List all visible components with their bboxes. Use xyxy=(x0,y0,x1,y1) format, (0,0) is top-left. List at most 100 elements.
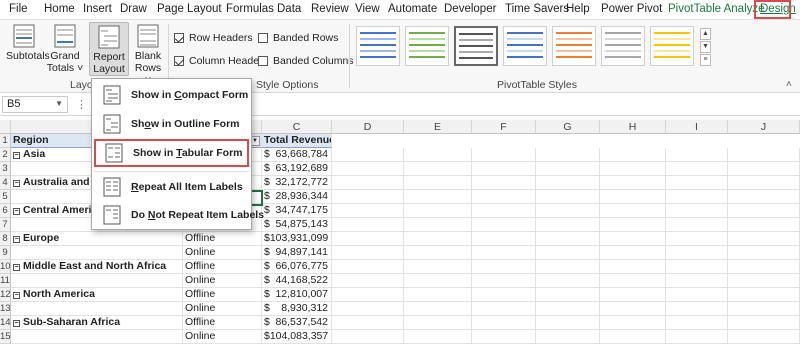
empty-cell[interactable] xyxy=(404,246,472,260)
tab-automate[interactable]: Automate xyxy=(388,3,437,15)
tab-page-layout[interactable]: Page Layout xyxy=(157,3,222,15)
collapse-icon[interactable]: − xyxy=(13,292,20,299)
empty-cell[interactable] xyxy=(536,302,600,316)
row-headers-checkbox[interactable]: Row Headers xyxy=(174,32,253,44)
total-revenue-header-cell[interactable]: Total Revenue xyxy=(262,134,332,148)
empty-cell[interactable] xyxy=(536,260,600,274)
style-swatch[interactable] xyxy=(503,26,547,66)
row-header[interactable]: 4 xyxy=(0,176,11,190)
empty-cell[interactable] xyxy=(536,232,600,246)
empty-cell[interactable] xyxy=(728,190,800,204)
region-cell[interactable]: − Middle East and North Africa xyxy=(11,260,183,274)
revenue-cell[interactable]: $63,192,689 xyxy=(262,162,332,176)
empty-cell[interactable] xyxy=(600,316,666,330)
empty-cell[interactable] xyxy=(332,190,404,204)
empty-cell[interactable] xyxy=(404,260,472,274)
empty-cell[interactable] xyxy=(404,204,472,218)
empty-cell[interactable] xyxy=(666,190,728,204)
column-header-j[interactable]: J xyxy=(728,120,800,134)
row-header[interactable]: 1 xyxy=(0,134,11,148)
empty-cell[interactable] xyxy=(728,148,800,162)
empty-cell[interactable] xyxy=(472,260,536,274)
empty-cell[interactable] xyxy=(666,162,728,176)
empty-cell[interactable] xyxy=(666,232,728,246)
empty-cell[interactable] xyxy=(332,260,404,274)
empty-cell[interactable] xyxy=(600,148,666,162)
row-header[interactable]: 8 xyxy=(0,232,11,246)
report-layout-button[interactable]: Report Layout ˅ xyxy=(89,22,129,87)
row-header[interactable]: 10 xyxy=(0,260,11,274)
revenue-cell[interactable]: $12,810,007 xyxy=(262,288,332,302)
empty-cell[interactable] xyxy=(728,232,800,246)
revenue-cell[interactable]: $63,668,784 xyxy=(262,148,332,162)
empty-cell[interactable] xyxy=(472,316,536,330)
empty-cell[interactable] xyxy=(404,218,472,232)
empty-cell[interactable] xyxy=(728,316,800,330)
tab-review[interactable]: Review xyxy=(311,3,349,15)
empty-cell[interactable] xyxy=(536,316,600,330)
blank-rows-button[interactable]: Blank Rows ˅ xyxy=(132,24,164,86)
empty-cell[interactable] xyxy=(666,176,728,190)
banded-rows-checkbox[interactable]: Banded Rows xyxy=(258,32,338,44)
empty-cell[interactable] xyxy=(600,218,666,232)
empty-cell[interactable] xyxy=(404,190,472,204)
empty-cell[interactable] xyxy=(728,218,800,232)
empty-cell[interactable] xyxy=(536,218,600,232)
row-header[interactable]: 9 xyxy=(0,246,11,260)
row-header[interactable]: 11 xyxy=(0,274,11,288)
empty-cell[interactable] xyxy=(472,148,536,162)
empty-cell[interactable] xyxy=(404,232,472,246)
more-options-icon[interactable]: ⋮ xyxy=(76,98,87,111)
empty-cell[interactable] xyxy=(600,176,666,190)
column-header-g[interactable]: G xyxy=(536,120,600,134)
tab-help[interactable]: Help xyxy=(566,3,590,15)
empty-cell[interactable] xyxy=(600,260,666,274)
row-header[interactable]: 6 xyxy=(0,204,11,218)
empty-cell[interactable] xyxy=(536,148,600,162)
empty-cell[interactable] xyxy=(404,176,472,190)
revenue-cell[interactable]: $94,897,141 xyxy=(262,246,332,260)
empty-cell[interactable] xyxy=(332,302,404,316)
revenue-cell[interactable]: $32,172,772 xyxy=(262,176,332,190)
region-cell[interactable]: − Sub-Saharan Africa xyxy=(11,316,183,330)
row-header[interactable]: 12 xyxy=(0,288,11,302)
row-header[interactable]: 3 xyxy=(0,162,11,176)
empty-cell[interactable] xyxy=(600,274,666,288)
chevron-up-icon[interactable]: ▲ xyxy=(700,28,711,40)
empty-cell[interactable] xyxy=(728,176,800,190)
row-header[interactable]: 15 xyxy=(0,330,11,344)
column-header-i[interactable]: I xyxy=(666,120,728,134)
tab-data[interactable]: Data xyxy=(277,3,301,15)
menu-item-compact-form[interactable]: Show in Compact Form xyxy=(94,81,249,109)
empty-cell[interactable] xyxy=(536,246,600,260)
empty-cell[interactable] xyxy=(332,316,404,330)
more-icon[interactable]: ≡ xyxy=(700,54,711,66)
empty-cell[interactable] xyxy=(666,288,728,302)
empty-cell[interactable] xyxy=(728,288,800,302)
row-header[interactable]: 14 xyxy=(0,316,11,330)
row-header[interactable]: 2 xyxy=(0,148,11,162)
empty-cell[interactable] xyxy=(666,246,728,260)
empty-cell[interactable] xyxy=(728,246,800,260)
channel-cell[interactable]: Online xyxy=(183,302,262,316)
chevron-down-icon[interactable]: ▼ xyxy=(55,99,63,108)
empty-cell[interactable] xyxy=(332,148,404,162)
empty-cell[interactable] xyxy=(600,302,666,316)
empty-cell[interactable] xyxy=(536,274,600,288)
column-header-e[interactable]: E xyxy=(404,120,472,134)
collapse-icon[interactable]: − xyxy=(13,264,20,271)
empty-cell[interactable] xyxy=(332,176,404,190)
revenue-cell[interactable]: $54,875,143 xyxy=(262,218,332,232)
tab-draw[interactable]: Draw xyxy=(120,3,147,15)
empty-cell[interactable] xyxy=(472,302,536,316)
channel-cell[interactable]: Offline xyxy=(183,288,262,302)
tab-home[interactable]: Home xyxy=(44,3,75,15)
empty-cell[interactable] xyxy=(332,162,404,176)
empty-cell[interactable] xyxy=(472,176,536,190)
region-cell[interactable] xyxy=(11,330,183,344)
tab-view[interactable]: View xyxy=(355,3,380,15)
channel-cell[interactable]: Online xyxy=(183,274,262,288)
channel-cell[interactable]: Online xyxy=(183,246,262,260)
column-header-d[interactable]: D xyxy=(332,120,404,134)
empty-cell[interactable] xyxy=(666,274,728,288)
